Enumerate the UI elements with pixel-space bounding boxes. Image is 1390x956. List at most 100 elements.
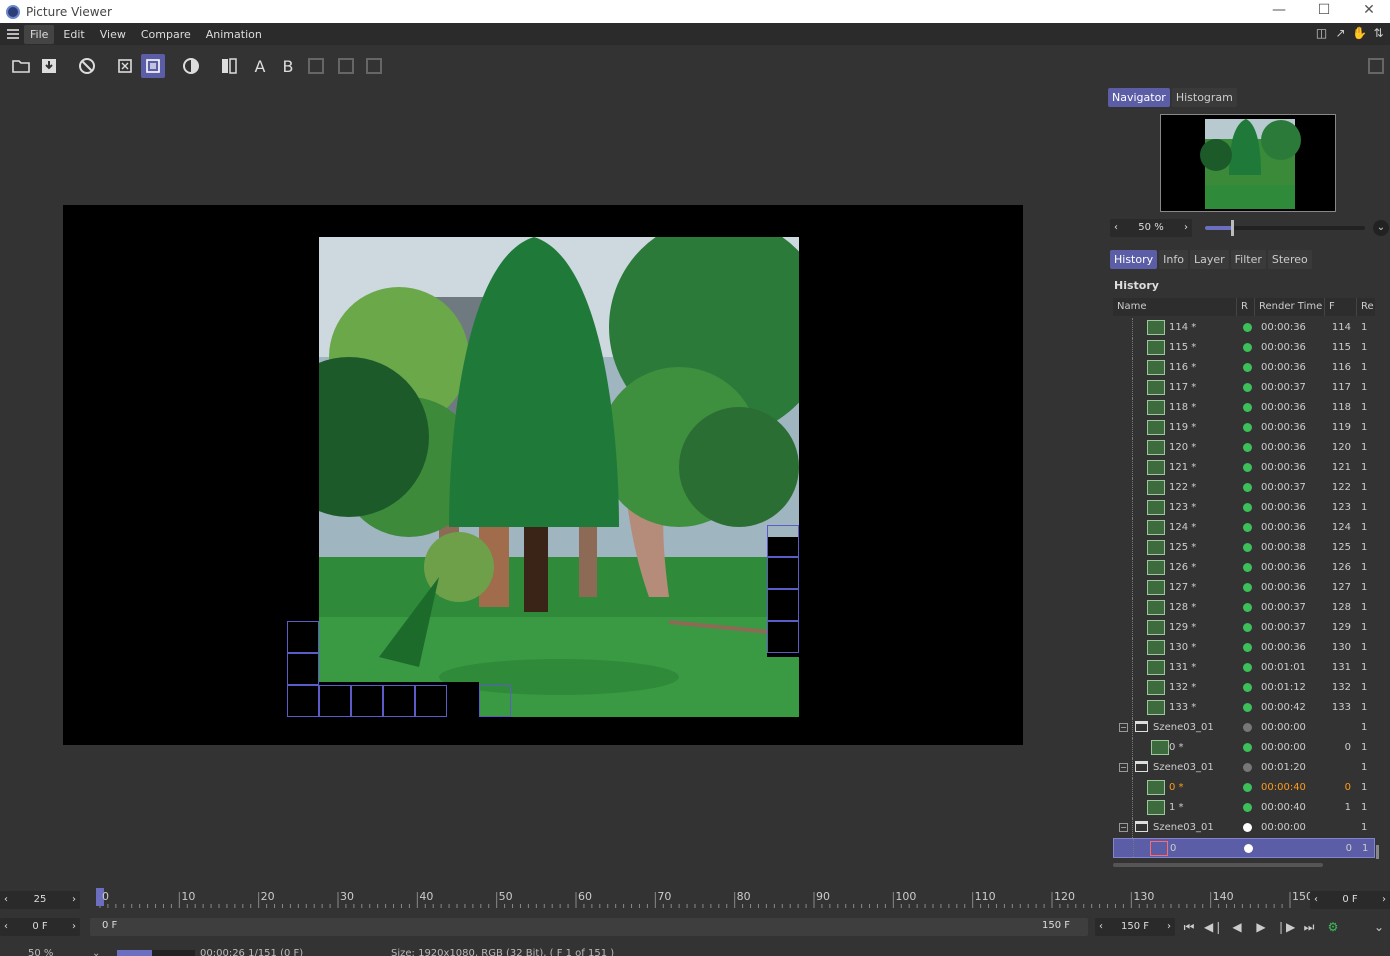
ab-compare-icon[interactable] bbox=[217, 54, 241, 78]
history-row[interactable]: 0 * 00:00:40 0 1 bbox=[1113, 778, 1375, 798]
history-row[interactable]: 116 * 00:00:36 116 1 bbox=[1113, 358, 1375, 378]
minimize-icon[interactable]: — bbox=[1256, 0, 1302, 23]
history-row[interactable]: 122 * 00:00:37 122 1 bbox=[1113, 478, 1375, 498]
zoom-slider[interactable] bbox=[1205, 220, 1365, 236]
loop-icon[interactable]: ⚙ bbox=[1324, 918, 1342, 936]
layout-icon[interactable]: ◫ bbox=[1314, 26, 1329, 41]
history-row[interactable]: 123 * 00:00:36 123 1 bbox=[1113, 498, 1375, 518]
chevron-down-icon[interactable]: ⌄ bbox=[92, 948, 100, 956]
menu-file[interactable]: File bbox=[24, 24, 55, 44]
next-frame-icon[interactable]: ❘▶ bbox=[1276, 918, 1295, 936]
history-list[interactable]: 114 * 00:00:36 114 1 115 * 00:00:36 115 1 116 * 0… bbox=[1113, 318, 1375, 858]
history-row[interactable]: 129 * 00:00:37 129 1 bbox=[1113, 618, 1375, 638]
history-row[interactable]: 125 * 00:00:38 125 1 bbox=[1113, 538, 1375, 558]
current-frame-field[interactable]: ‹ 0 F › bbox=[1310, 891, 1390, 909]
set-b-button[interactable]: B bbox=[276, 54, 300, 78]
fps-field[interactable]: ‹ 25 › bbox=[0, 891, 80, 909]
overlay-icon[interactable] bbox=[334, 54, 358, 78]
tab-navigator[interactable]: Navigator bbox=[1108, 88, 1170, 107]
history-row[interactable]: 001 bbox=[1113, 838, 1375, 858]
tab-stereo[interactable]: Stereo bbox=[1267, 250, 1312, 269]
previous-frame-icon[interactable]: ◀❘ bbox=[1204, 918, 1223, 936]
open-folder-icon[interactable] bbox=[9, 54, 33, 78]
history-row[interactable]: 127 * 00:00:36 127 1 bbox=[1113, 578, 1375, 598]
column-f[interactable]: F bbox=[1325, 298, 1357, 316]
contrast-icon[interactable] bbox=[179, 54, 203, 78]
chevron-left-icon[interactable]: ‹ bbox=[4, 918, 8, 936]
collapse-icon[interactable]: − bbox=[1119, 723, 1128, 732]
column-re[interactable]: Re bbox=[1357, 298, 1375, 316]
go-to-end-icon[interactable]: ⏭ bbox=[1300, 918, 1318, 936]
detach-icon[interactable]: ↗ bbox=[1333, 26, 1348, 41]
history-row[interactable]: 131 * 00:01:01 131 1 bbox=[1113, 658, 1375, 678]
history-row[interactable]: 128 * 00:00:37 128 1 bbox=[1113, 598, 1375, 618]
tab-histogram[interactable]: Histogram bbox=[1171, 88, 1237, 107]
history-row[interactable]: 119 * 00:00:36 119 1 bbox=[1113, 418, 1375, 438]
column-render-time[interactable]: Render Time bbox=[1255, 298, 1325, 316]
tab-filter[interactable]: Filter bbox=[1230, 250, 1266, 269]
history-row[interactable]: 124 * 00:00:36 124 1 bbox=[1113, 518, 1375, 538]
swap-ab-icon[interactable] bbox=[304, 54, 328, 78]
hamburger-menu-icon[interactable] bbox=[2, 23, 24, 45]
chevron-left-icon[interactable]: ‹ bbox=[1099, 918, 1103, 936]
close-icon[interactable]: ✕ bbox=[1346, 0, 1390, 23]
chevron-left-icon[interactable]: ‹ bbox=[4, 891, 8, 909]
navigator-preview[interactable] bbox=[1160, 114, 1336, 212]
tab-info[interactable]: Info bbox=[1159, 250, 1188, 269]
history-folder-row[interactable]: − Szene03_01 00:00:00 1 bbox=[1113, 718, 1375, 738]
chevron-down-icon[interactable]: ⌄ bbox=[1370, 918, 1388, 936]
chevron-right-icon[interactable]: › bbox=[1382, 891, 1386, 909]
column-name[interactable]: Name bbox=[1113, 298, 1237, 316]
vertical-scrollbar[interactable] bbox=[1376, 845, 1379, 859]
chevron-right-icon[interactable]: › bbox=[72, 918, 76, 936]
zoom-field[interactable]: ‹ 50 % › bbox=[1110, 219, 1192, 237]
history-row[interactable]: 132 * 00:01:12 132 1 bbox=[1113, 678, 1375, 698]
menu-view[interactable]: View bbox=[94, 25, 132, 44]
save-icon[interactable] bbox=[37, 54, 61, 78]
history-row[interactable]: 121 * 00:00:36 121 1 bbox=[1113, 458, 1375, 478]
zoom-decrease-icon[interactable]: ‹ bbox=[1114, 219, 1118, 237]
history-row[interactable]: 117 * 00:00:37 117 1 bbox=[1113, 378, 1375, 398]
chevron-right-icon[interactable]: › bbox=[72, 891, 76, 909]
history-folder-row[interactable]: − Szene03_01 00:00:00 1 bbox=[1113, 818, 1375, 838]
menu-animation[interactable]: Animation bbox=[200, 25, 268, 44]
render-active-icon[interactable] bbox=[141, 54, 165, 78]
chevron-left-icon[interactable]: ‹ bbox=[1314, 891, 1318, 909]
play-forward-icon[interactable]: ▶ bbox=[1252, 918, 1270, 936]
history-row[interactable]: 114 * 00:00:36 114 1 bbox=[1113, 318, 1375, 338]
history-row[interactable]: 1 * 00:00:40 1 1 bbox=[1113, 798, 1375, 818]
menu-compare[interactable]: Compare bbox=[135, 25, 197, 44]
history-row[interactable]: 126 * 00:00:36 126 1 bbox=[1113, 558, 1375, 578]
collapse-icon[interactable]: − bbox=[1119, 763, 1128, 772]
history-row[interactable]: 130 * 00:00:36 130 1 bbox=[1113, 638, 1375, 658]
horizontal-scrollbar[interactable] bbox=[1113, 863, 1323, 867]
frame-ruler[interactable]: 0 10 20 30 40 50 60 70 80 90 100 110 120 130 140 150 bbox=[90, 886, 1313, 910]
render-region-icon[interactable] bbox=[113, 54, 137, 78]
go-to-start-icon[interactable]: ⏮ bbox=[1180, 918, 1198, 936]
maximize-icon[interactable]: ☐ bbox=[1301, 0, 1347, 23]
column-r[interactable]: R bbox=[1237, 298, 1255, 316]
image-viewport[interactable] bbox=[63, 205, 1023, 745]
zoom-increase-icon[interactable]: › bbox=[1184, 219, 1188, 237]
chevron-right-icon[interactable]: › bbox=[1167, 918, 1171, 936]
panel-toggle-icon[interactable] bbox=[1364, 54, 1388, 78]
menu-edit[interactable]: Edit bbox=[57, 25, 90, 44]
start-frame-field[interactable]: ‹ 0 F › bbox=[0, 918, 80, 936]
pin-icon[interactable]: ⇅ bbox=[1371, 26, 1386, 41]
split-icon[interactable] bbox=[362, 54, 386, 78]
stop-render-icon[interactable] bbox=[75, 54, 99, 78]
hand-icon[interactable]: ✋ bbox=[1352, 26, 1367, 41]
zoom-slider-handle[interactable] bbox=[1231, 220, 1235, 236]
collapse-icon[interactable]: − bbox=[1119, 823, 1128, 832]
history-row[interactable]: 120 * 00:00:36 120 1 bbox=[1113, 438, 1375, 458]
end-frame-field[interactable]: ‹ 150 F › bbox=[1095, 918, 1175, 936]
history-row[interactable]: 118 * 00:00:36 118 1 bbox=[1113, 398, 1375, 418]
set-a-button[interactable]: A bbox=[248, 54, 272, 78]
history-row[interactable]: 133 * 00:00:42 133 1 bbox=[1113, 698, 1375, 718]
tab-history[interactable]: History bbox=[1110, 250, 1158, 269]
chevron-down-icon[interactable]: ⌄ bbox=[1373, 220, 1389, 236]
frame-range-bar[interactable]: 0 F 150 F bbox=[90, 918, 1088, 936]
history-folder-row[interactable]: − Szene03_01 00:01:20 1 bbox=[1113, 758, 1375, 778]
history-row[interactable]: 0 * 00:00:00 0 1 bbox=[1113, 738, 1375, 758]
play-backward-icon[interactable]: ◀ bbox=[1228, 918, 1246, 936]
